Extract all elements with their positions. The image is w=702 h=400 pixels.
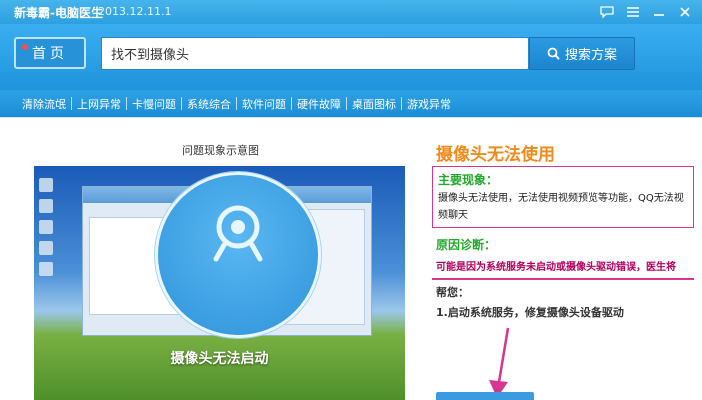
search-button-label: 搜索方案 bbox=[564, 48, 617, 63]
search-input[interactable] bbox=[102, 38, 528, 69]
camera-overlay-circle bbox=[155, 172, 321, 338]
search-box[interactable] bbox=[101, 37, 529, 70]
app-title: 新毒霸-电脑医生 bbox=[14, 6, 103, 20]
header: 首页 搜索方案 bbox=[0, 24, 702, 90]
close-icon[interactable] bbox=[672, 2, 698, 22]
nav-item-network[interactable]: 上网异常 bbox=[72, 96, 126, 112]
highlight-underline bbox=[432, 278, 694, 280]
symptom-title: 主要现象： bbox=[438, 173, 499, 187]
app-version: 2013.12.11.1 bbox=[98, 5, 172, 18]
diagram-title: 问题现象示意图 bbox=[182, 144, 259, 157]
desktop-icon bbox=[39, 178, 53, 192]
problem-heading: 摄像头无法使用 bbox=[436, 145, 555, 165]
problem-diagram-image: 摄像头无法启动 bbox=[34, 166, 405, 400]
desktop-icon bbox=[39, 220, 53, 234]
menu-icon[interactable] bbox=[620, 2, 646, 22]
solution-step: 1.启动系统服务，修复摄像头设备驱动 bbox=[436, 306, 624, 319]
nav-item-games[interactable]: 游戏异常 bbox=[402, 96, 456, 112]
window-controls bbox=[594, 2, 698, 22]
desktop-icons bbox=[39, 178, 55, 283]
nav-item-hardware[interactable]: 硬件故障 bbox=[292, 96, 346, 112]
home-button[interactable]: 首页 bbox=[14, 37, 86, 69]
minimize-icon[interactable] bbox=[646, 2, 672, 22]
action-button[interactable] bbox=[436, 392, 534, 400]
desktop-icon bbox=[39, 241, 53, 255]
category-nav: 清除流氓 上网异常 卡慢问题 系统综合 软件问题 硬件故障 桌面图标 游戏异常 bbox=[0, 90, 702, 118]
desktop-icon bbox=[39, 262, 53, 276]
main-content: 问题现象示意图 摄像头无法启动 摄像头无法使用 主要现象： 摄像头无法使用，无法… bbox=[0, 118, 702, 400]
desktop-icon bbox=[39, 199, 53, 213]
symptom-box: 主要现象： 摄像头无法使用，无法使用视频预览等功能，QQ无法视频聊天 bbox=[432, 166, 694, 228]
nav-item-desktop-icons[interactable]: 桌面图标 bbox=[347, 96, 401, 112]
home-button-label: 首页 bbox=[32, 46, 68, 62]
diagnosis-title: 原因诊断： bbox=[436, 238, 497, 252]
nav-item-slowness[interactable]: 卡慢问题 bbox=[127, 96, 181, 112]
help-label: 帮您： bbox=[436, 286, 469, 299]
cause-text: 可能是因为系统服务未启动或摄像头驱动错误，医生将 bbox=[436, 262, 676, 273]
nav-item-system[interactable]: 系统综合 bbox=[182, 96, 236, 112]
webcam-icon bbox=[213, 205, 263, 262]
home-badge-icon bbox=[22, 44, 28, 50]
nav-item-software[interactable]: 软件问题 bbox=[237, 96, 291, 112]
search-icon bbox=[547, 47, 560, 60]
diagram-caption: 摄像头无法启动 bbox=[170, 351, 269, 367]
nav-item-clean-rogue[interactable]: 清除流氓 bbox=[17, 96, 71, 112]
problem-detail-panel: 摄像头无法使用 主要现象： 摄像头无法使用，无法使用视频预览等功能，QQ无法视频… bbox=[432, 118, 702, 400]
chat-bubble-icon[interactable] bbox=[594, 2, 620, 22]
pointer-arrow-icon bbox=[489, 327, 510, 398]
search-button[interactable]: 搜索方案 bbox=[529, 37, 635, 70]
symptom-text: 摄像头无法使用，无法使用视频预览等功能，QQ无法视频聊天 bbox=[438, 193, 684, 221]
title-bar: 新毒霸-电脑医生 2013.12.11.1 bbox=[0, 0, 702, 24]
